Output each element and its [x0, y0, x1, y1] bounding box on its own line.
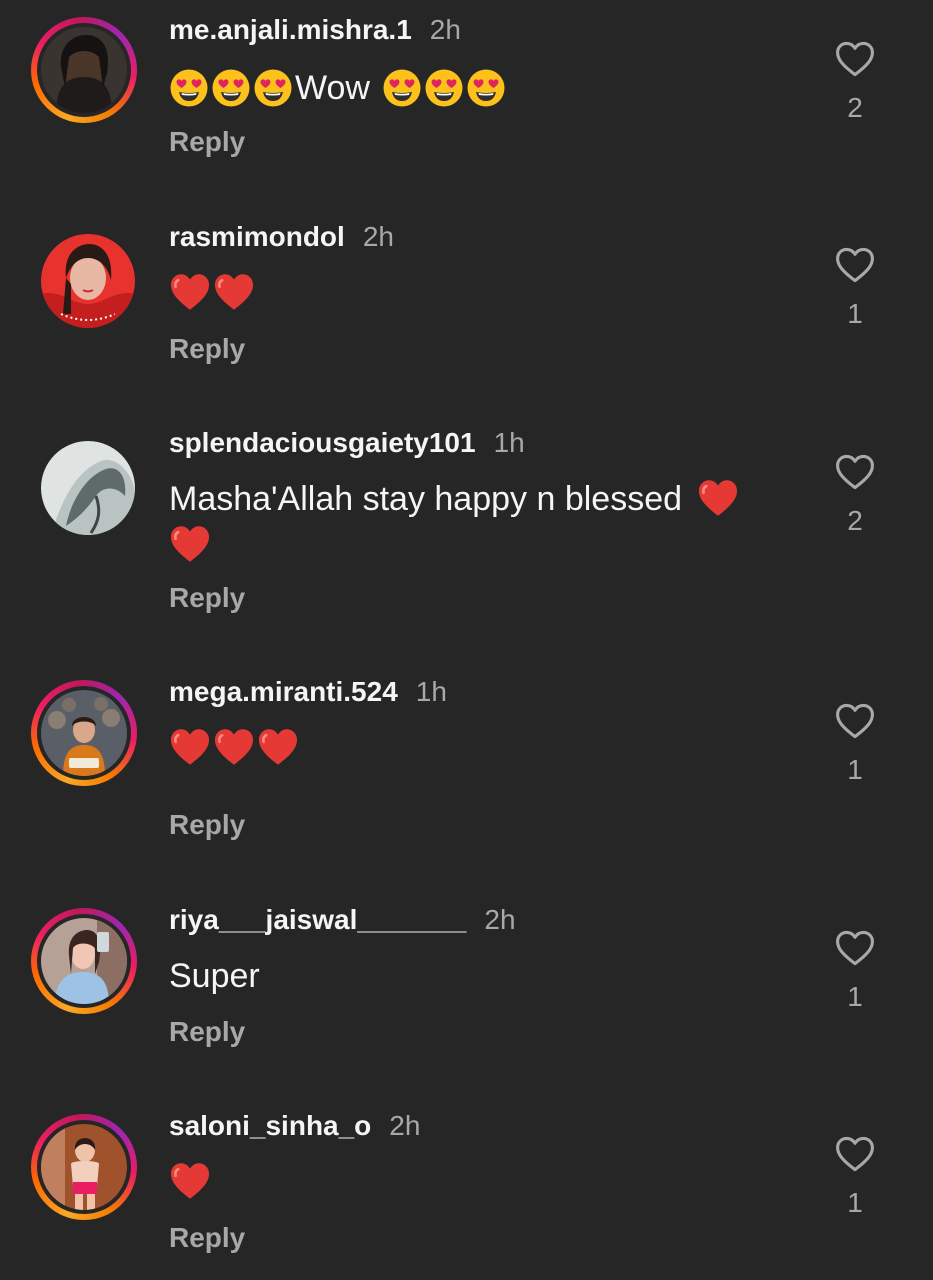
heart-outline-icon[interactable]: [833, 450, 877, 494]
like-count: 2: [847, 92, 863, 123]
comment-text: [169, 272, 789, 312]
red-heart-emoji-icon: [213, 727, 255, 767]
reply-button[interactable]: Reply: [169, 333, 245, 365]
comment-text: Masha'Allah stay happy n blessed: [169, 478, 789, 564]
heart-eyes-emoji-icon: [211, 68, 251, 108]
like-count: 1: [847, 298, 863, 329]
avatar-story-ring[interactable]: [31, 1114, 137, 1220]
red-heart-emoji-icon: [169, 272, 211, 312]
comment-username[interactable]: splendaciousgaiety101 1h: [169, 427, 525, 459]
comment-text: Super: [169, 957, 260, 995]
comment-username[interactable]: saloni_sinha_o 2h: [169, 1110, 420, 1142]
comment-username[interactable]: riya___jaiswal_______ 2h: [169, 904, 516, 936]
avatar: [41, 441, 135, 535]
avatar-story-ring[interactable]: [31, 680, 137, 786]
reply-button[interactable]: Reply: [169, 809, 245, 841]
heart-eyes-emoji-icon: [253, 68, 293, 108]
reply-button[interactable]: Reply: [169, 1016, 245, 1048]
heart-outline-icon[interactable]: [833, 243, 877, 287]
comment-text: Wow: [169, 67, 789, 109]
heart-eyes-emoji-icon: [169, 68, 209, 108]
red-heart-emoji-icon: [213, 272, 255, 312]
comment-timestamp: 1h: [493, 427, 525, 458]
heart-eyes-emoji-icon: [466, 68, 506, 108]
red-heart-emoji-icon: [169, 524, 211, 564]
heart-outline-icon[interactable]: [833, 926, 877, 970]
avatar: [41, 234, 135, 328]
like-count: 2: [847, 505, 863, 536]
red-heart-emoji-icon: [169, 1161, 211, 1201]
red-heart-emoji-icon: [257, 727, 299, 767]
avatar-story-ring[interactable]: [31, 17, 137, 123]
avatar-wrapper[interactable]: [31, 224, 137, 330]
comment-timestamp: 2h: [484, 904, 516, 935]
avatar-story-ring[interactable]: [31, 908, 137, 1014]
heart-eyes-emoji-icon: [382, 68, 422, 108]
like-count: 1: [847, 754, 863, 785]
comment-word: Wow: [295, 69, 370, 107]
avatar: [41, 1124, 127, 1210]
comment-timestamp: 2h: [429, 14, 461, 45]
avatar: [41, 690, 127, 776]
reply-button[interactable]: Reply: [169, 1222, 245, 1254]
comment-timestamp: 1h: [415, 676, 447, 707]
comment-timestamp: 2h: [362, 221, 394, 252]
red-heart-emoji-icon: [697, 478, 739, 518]
heart-outline-icon[interactable]: [833, 699, 877, 743]
heart-outline-icon[interactable]: [833, 37, 877, 81]
heart-outline-icon[interactable]: [833, 1132, 877, 1176]
comment-username[interactable]: mega.miranti.524 1h: [169, 676, 447, 708]
comment-username[interactable]: me.anjali.mishra.1 2h: [169, 14, 461, 46]
avatar: [41, 27, 127, 113]
comment-username[interactable]: rasmimondol 2h: [169, 221, 394, 253]
heart-eyes-emoji-icon: [424, 68, 464, 108]
avatar: [41, 918, 127, 1004]
like-count: 1: [847, 981, 863, 1012]
reply-button[interactable]: Reply: [169, 582, 245, 614]
comment-timestamp: 2h: [389, 1110, 421, 1141]
red-heart-emoji-icon: [169, 727, 211, 767]
reply-button[interactable]: Reply: [169, 126, 245, 158]
comment-text: [169, 727, 789, 767]
avatar-wrapper[interactable]: [31, 431, 137, 537]
comment-text: [169, 1161, 789, 1201]
like-count: 1: [847, 1187, 863, 1218]
